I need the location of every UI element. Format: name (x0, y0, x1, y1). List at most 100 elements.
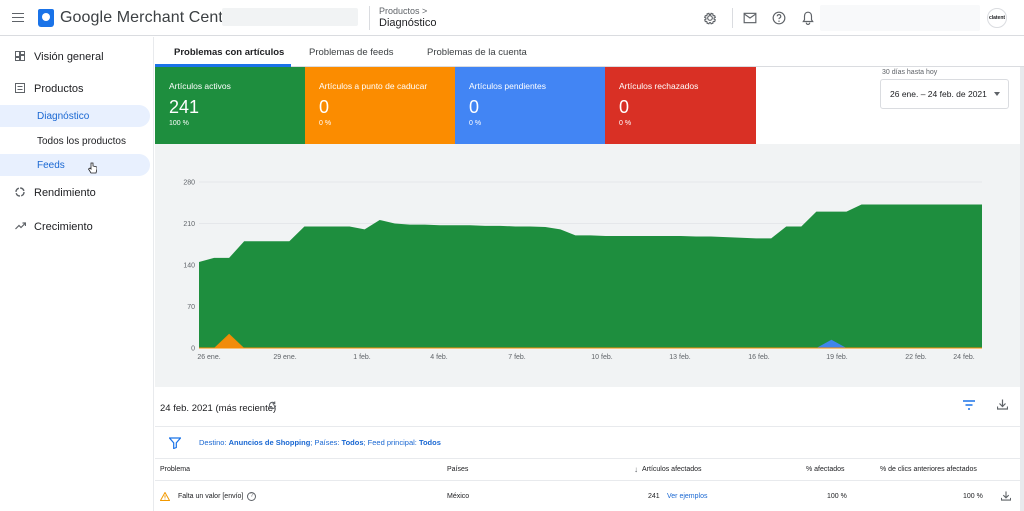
sidebar-item-feeds[interactable]: Feeds (0, 154, 150, 176)
filter-countries: Todos (341, 438, 364, 447)
notifications-icon[interactable] (799, 9, 817, 27)
x-tick-label: 13 feb. (669, 354, 690, 361)
sort-arrow-down-icon: ↓ (634, 465, 638, 474)
card-percentage: 0 % (619, 120, 632, 127)
page-scrollbar[interactable] (1020, 67, 1024, 511)
filter-summary[interactable]: Destino: Anuncios de Shopping; Países: T… (199, 438, 441, 447)
filter-separator: ; Países: (310, 438, 342, 447)
filter-list-icon[interactable] (963, 399, 977, 413)
x-tick-label: 26 ene. (197, 354, 220, 361)
tab-item-issues[interactable]: Problemas con artículos (174, 37, 284, 67)
x-tick-label: 19 feb. (826, 354, 847, 361)
column-header-pct-clicks[interactable]: % de clics anteriores afectados (880, 459, 977, 480)
card-value: 241 (169, 97, 200, 117)
column-header-pct-affected[interactable]: % afectados (806, 459, 845, 480)
mail-icon[interactable] (741, 9, 759, 27)
sidebar-item-performance[interactable]: Rendimiento (0, 181, 150, 205)
menu-icon[interactable] (0, 0, 36, 36)
y-tick-label: 210 (183, 221, 195, 228)
card-percentage: 0 % (469, 120, 482, 127)
page-title: Diagnóstico (379, 17, 437, 29)
sidebar-item-overview[interactable]: Visión general (0, 45, 150, 69)
x-tick-label: 22 feb. (905, 354, 926, 361)
card-percentage: 100 % (169, 120, 189, 127)
series-area-0 (199, 204, 982, 348)
sidebar-item-label: Rendimiento (34, 187, 96, 199)
problem-name[interactable]: Falta un valor [envío] (178, 493, 243, 500)
x-tick-label: 1 feb. (353, 354, 371, 361)
y-tick-label: 70 (187, 304, 195, 311)
issue-tabs: Problemas con artículos Problemas de fee… (155, 37, 1024, 67)
y-tick-label: 0 (191, 346, 195, 353)
sidebar: Visión general Productos Diagnóstico Tod… (0, 37, 154, 511)
x-tick-label: 4 feb. (430, 354, 448, 361)
filter-prefix: Destino: (199, 438, 229, 447)
breadcrumb: Productos > Diagnóstico (379, 6, 436, 29)
card-label: Artículos activos (169, 81, 231, 91)
view-examples-link[interactable]: Ver ejemplos (667, 484, 707, 508)
table-row[interactable]: Falta un valor [envío] ? México 241 Ver … (155, 484, 1020, 508)
sidebar-item-diagnostics[interactable]: Diagnóstico (0, 105, 150, 127)
column-header-affected-items[interactable]: ↓ Artículos afectados (634, 459, 702, 480)
x-tick-label: 24 feb. (953, 354, 974, 361)
pct-affected-cell: 100 % (827, 492, 847, 500)
header-divider (369, 6, 370, 30)
breadcrumb-parent[interactable]: Productos > (379, 6, 436, 16)
active-filters-bar[interactable]: Destino: Anuncios de Shopping; Países: T… (155, 426, 1020, 458)
column-header-problem[interactable]: Problema (160, 459, 190, 480)
filter-icon[interactable] (169, 436, 181, 449)
sidebar-item-growth[interactable]: Crecimiento (0, 215, 150, 239)
hand-cursor-icon (87, 162, 98, 177)
card-value: 0 (619, 97, 630, 117)
sidebar-item-label: Crecimiento (34, 221, 93, 233)
issues-date-title: 24 feb. 2021 (más reciente) (160, 403, 277, 414)
refresh-icon[interactable] (268, 401, 277, 413)
list-icon (12, 82, 28, 96)
card-disapproved-items[interactable]: Artículos rechazados 0 0 % (605, 67, 756, 144)
settings-icon[interactable] (701, 9, 719, 27)
dropdown-arrow-icon (994, 92, 1000, 96)
card-label: Artículos pendientes (469, 81, 547, 91)
affected-count-cell: 241 (648, 492, 660, 500)
sidebar-item-label: Visión general (34, 51, 104, 63)
filter-feed: Todos (418, 438, 441, 447)
sidebar-item-products[interactable]: Productos (0, 77, 150, 101)
help-icon[interactable]: ? (247, 491, 257, 501)
problem-cell: Falta un valor [envío] ? (160, 484, 257, 508)
filter-destination: Anuncios de Shopping (228, 438, 311, 447)
row-download-icon[interactable] (1001, 484, 1011, 508)
date-range-label: 30 días hasta hoy (882, 69, 938, 76)
help-icon[interactable] (770, 9, 788, 27)
y-tick-label: 140 (183, 263, 195, 270)
card-expiring-items[interactable]: Artículos a punto de caducar 0 0 % (305, 67, 456, 144)
date-range-dropdown[interactable]: 26 ene. – 24 feb. de 2021 (880, 79, 1009, 109)
merchant-center-logo[interactable]: Google Merchant Center (38, 8, 237, 27)
card-label: Artículos a punto de caducar (319, 81, 428, 91)
card-percentage: 0 % (319, 120, 332, 127)
chart-svg: 0 70 140 210 280 26 ene. 29 ene. 1 feb. 4 feb. 7 … (183, 180, 982, 361)
avatar[interactable]: clatent (987, 8, 1007, 28)
issues-table-header: Problema Países ↓ Artículos afectados % … (155, 458, 1020, 481)
card-label: Artículos rechazados (619, 81, 699, 91)
warning-icon (160, 491, 170, 501)
card-active-items[interactable]: Artículos activos 241 100 % (155, 67, 306, 144)
filter-separator: ; Feed principal: (363, 438, 419, 447)
tab-feed-issues[interactable]: Problemas de feeds (309, 37, 394, 67)
card-value: 0 (319, 97, 330, 117)
y-tick-label: 280 (183, 180, 195, 187)
card-pending-items[interactable]: Artículos pendientes 0 0 % (455, 67, 606, 144)
sidebar-item-all-products[interactable]: Todos los productos (0, 130, 150, 152)
column-header-countries[interactable]: Países (447, 459, 468, 480)
sidebar-item-label: Productos (34, 83, 84, 95)
pct-clicks-cell: 100 % (963, 492, 983, 500)
column-header-label: Artículos afectados (642, 466, 702, 473)
tab-account-issues[interactable]: Problemas de la cuenta (427, 37, 527, 67)
download-icon[interactable] (996, 399, 1009, 413)
country-cell: México (447, 492, 470, 500)
account-selector[interactable] (222, 8, 358, 26)
x-tick-label: 16 feb. (748, 354, 769, 361)
item-status-chart: 0 70 140 210 280 26 ene. 29 ene. 1 feb. 4 feb. 7 … (155, 144, 1020, 387)
x-tick-label: 7 feb. (508, 354, 526, 361)
user-account-info[interactable] (820, 5, 980, 31)
dashboard-icon (12, 50, 28, 64)
